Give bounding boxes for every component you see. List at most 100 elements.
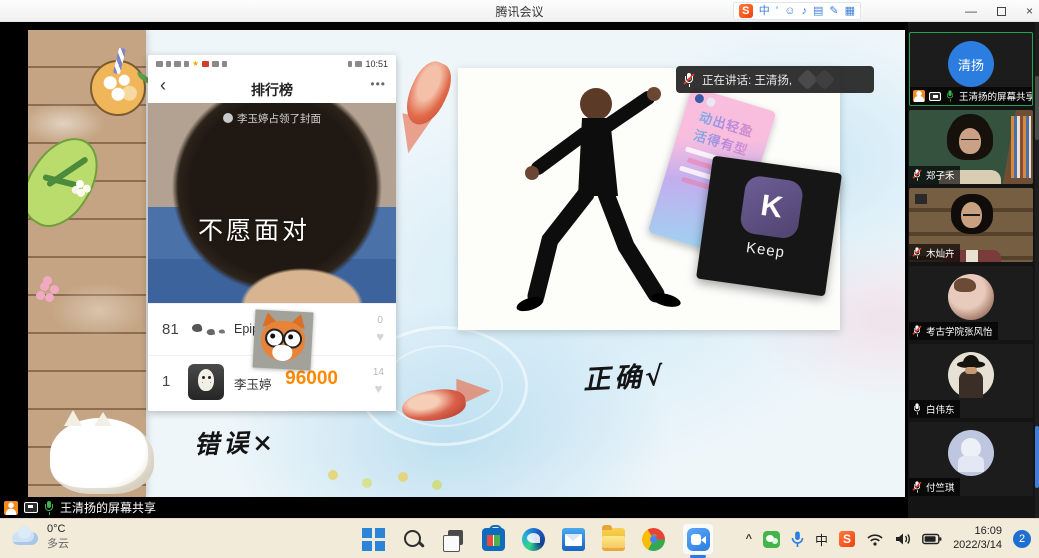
battery-icon[interactable] bbox=[922, 533, 942, 545]
minimize-button[interactable]: — bbox=[965, 4, 977, 18]
weather-condition: 多云 bbox=[47, 535, 69, 551]
wechat-tray-icon[interactable] bbox=[763, 531, 780, 548]
file-explorer-icon[interactable] bbox=[602, 528, 625, 551]
bird-avatar-icons bbox=[191, 323, 202, 332]
mic-on-icon bbox=[913, 403, 921, 414]
shared-screen-stage: ★ 10:51 ‹ 排行榜 ••• 李玉婷占领了封面 不愿面对 81 bbox=[0, 22, 908, 518]
wechat-sports-screenshot: ★ 10:51 ‹ 排行榜 ••• 李玉婷占领了封面 不愿面对 81 bbox=[148, 55, 396, 411]
mic-tray-icon[interactable] bbox=[791, 531, 804, 548]
mail-app-icon[interactable] bbox=[562, 528, 585, 551]
scrollbar-thumb[interactable] bbox=[1035, 76, 1039, 140]
keep-app-label: Keep bbox=[700, 233, 831, 268]
ime-keyboard-icon[interactable]: ▤ bbox=[813, 3, 823, 19]
heart-icon: ♥ bbox=[376, 329, 384, 344]
taskbar-clock[interactable]: 16:09 2022/3/14 bbox=[953, 525, 1002, 553]
mic-muted-icon bbox=[913, 247, 921, 258]
more-icon: ••• bbox=[370, 77, 386, 91]
screen-share-status-bar: 王清扬的屏幕共享 bbox=[0, 497, 908, 518]
participants-sidebar: 清扬 王清扬的屏幕共享 郑子禾 木灿卉 bbox=[908, 22, 1039, 518]
tray-overflow-chevron[interactable]: ^ bbox=[746, 533, 752, 545]
avatar bbox=[948, 274, 994, 320]
fox-sticker bbox=[253, 310, 314, 371]
sogou-logo-icon[interactable]: S bbox=[739, 4, 753, 18]
status-star-icon: ★ bbox=[192, 60, 199, 68]
window-title: 腾讯会议 bbox=[0, 3, 1039, 20]
phone-clock: 10:51 bbox=[365, 59, 388, 69]
scrollbar-indicator[interactable] bbox=[1035, 426, 1039, 488]
participant-tile-active[interactable]: 清扬 王清扬的屏幕共享 bbox=[909, 32, 1033, 106]
maximize-button[interactable] bbox=[997, 7, 1006, 16]
heart-icon: ♥ bbox=[375, 381, 383, 396]
tencent-meeting-taskbar-icon[interactable] bbox=[682, 523, 714, 555]
mic-muted-icon bbox=[913, 481, 921, 492]
speaking-indicator-banner: 正在讲话: 王清扬, bbox=[676, 66, 874, 93]
participant-name: 王清扬的屏幕共享 bbox=[959, 89, 1033, 103]
sogou-input-toolbar[interactable]: S 中 ’ ☺ ♪ ▤ ✎ ▦ bbox=[733, 2, 861, 20]
search-icon[interactable] bbox=[402, 528, 425, 551]
wifi-icon[interactable] bbox=[866, 532, 884, 546]
noface-avatar bbox=[188, 364, 224, 400]
ime-mode-indicator[interactable]: 中 bbox=[815, 530, 828, 549]
participant-name: 郑子禾 bbox=[926, 168, 955, 182]
ime-lang-icon[interactable]: 中 bbox=[759, 3, 770, 19]
sogou-tray-icon[interactable]: S bbox=[839, 531, 855, 547]
start-button[interactable] bbox=[362, 528, 385, 551]
keep-app-icon: K bbox=[739, 174, 805, 240]
ime-handwrite-icon[interactable]: ✎ bbox=[829, 3, 838, 19]
phone-status-bar: ★ 10:51 bbox=[148, 55, 396, 73]
ime-punct-icon[interactable]: ’ bbox=[776, 3, 778, 19]
likes-block: 14 ♥ bbox=[373, 362, 384, 398]
cover-photo: 李玉婷占领了封面 不愿面对 bbox=[148, 103, 396, 303]
cover-note: 李玉婷占领了封面 bbox=[148, 111, 396, 126]
participant-name: 考古学院张风怡 bbox=[926, 324, 993, 338]
chrome-browser-icon[interactable] bbox=[642, 528, 665, 551]
status-app-icon bbox=[202, 61, 209, 67]
close-button[interactable]: × bbox=[1026, 4, 1033, 18]
ime-voice-icon[interactable]: ♪ bbox=[801, 3, 807, 19]
user-name: 李玉婷 bbox=[234, 374, 272, 393]
ime-toolbox-icon[interactable]: ▦ bbox=[845, 3, 855, 19]
volume-icon[interactable] bbox=[895, 532, 911, 546]
windows-taskbar: 0°C 多云 ^ 中 bbox=[0, 518, 1039, 558]
participant-tile[interactable]: 木灿卉 bbox=[909, 188, 1033, 262]
photo-caption: 不愿面对 bbox=[198, 211, 310, 247]
task-view-icon[interactable] bbox=[442, 528, 465, 551]
speaking-label: 正在讲话: 王清扬, bbox=[702, 72, 792, 88]
sidebar-scrollbar[interactable] bbox=[1035, 22, 1039, 518]
tencent-meeting-window: 腾讯会议 S 中 ’ ☺ ♪ ▤ ✎ ▦ — × bbox=[0, 0, 1039, 558]
avatar: 清扬 bbox=[948, 41, 994, 87]
notification-badge[interactable]: 2 bbox=[1013, 530, 1031, 548]
presenter-icon bbox=[4, 501, 18, 515]
keep-app-card: K Keep bbox=[696, 156, 842, 297]
tencent-meeting-logo bbox=[687, 528, 710, 551]
muted-mic-icon bbox=[684, 73, 694, 87]
taskbar-weather-widget[interactable]: 0°C 多云 bbox=[10, 523, 69, 551]
edge-browser-icon[interactable] bbox=[522, 528, 545, 551]
ime-emoji-icon[interactable]: ☺ bbox=[784, 3, 795, 19]
participant-tile[interactable]: 郑子禾 bbox=[909, 110, 1033, 184]
participant-tile[interactable]: 考古学院张风怡 bbox=[909, 266, 1033, 340]
share-status-label: 王清扬的屏幕共享 bbox=[60, 499, 156, 516]
participant-name: 白伟东 bbox=[926, 402, 955, 416]
likes-block: 0 ♥ bbox=[376, 310, 384, 346]
pink-flower-doodle bbox=[40, 282, 49, 291]
ranking-title: 排行榜 bbox=[148, 80, 396, 100]
avatar bbox=[948, 352, 994, 398]
cloud-icon bbox=[10, 528, 40, 546]
microsoft-store-icon[interactable] bbox=[482, 528, 505, 551]
rank-number: 1 bbox=[162, 373, 170, 390]
participant-name: 木灿卉 bbox=[926, 246, 955, 260]
mic-on-icon bbox=[44, 501, 54, 515]
participant-name: 付竺琪 bbox=[926, 480, 955, 494]
titlebar: 腾讯会议 S 中 ’ ☺ ♪ ▤ ✎ ▦ — × bbox=[0, 0, 1039, 22]
mic-muted-icon bbox=[913, 325, 921, 336]
participant-tile[interactable]: 付竺琪 bbox=[909, 422, 1033, 496]
weather-temp: 0°C bbox=[47, 523, 69, 535]
step-count: 96000 bbox=[285, 368, 338, 390]
wrong-annotation: 错误× bbox=[193, 423, 277, 462]
cover-avatar bbox=[223, 113, 233, 123]
grass-dots-doodle bbox=[328, 470, 338, 480]
participant-tile[interactable]: 白伟东 bbox=[909, 344, 1033, 418]
presenter-icon bbox=[913, 90, 925, 102]
clock-date: 2022/3/14 bbox=[953, 539, 1002, 553]
